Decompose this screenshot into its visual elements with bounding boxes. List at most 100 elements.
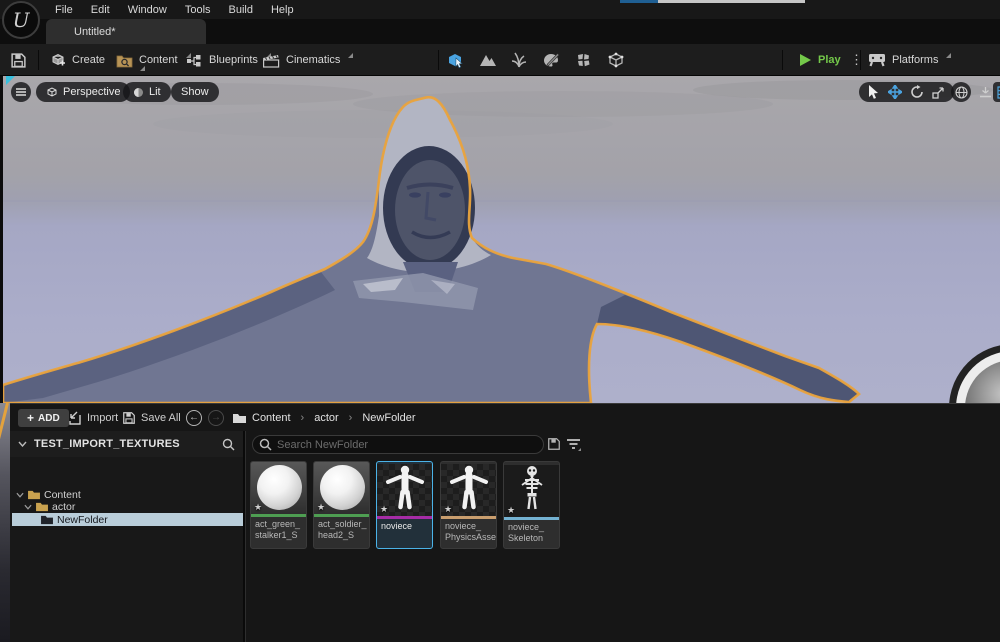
import-label: Import [87, 412, 118, 424]
blueprints-button[interactable]: Blueprints [186, 44, 269, 76]
tree-item-newfolder[interactable]: NewFolder [40, 513, 108, 526]
tree-item-actor[interactable]: actor [24, 500, 75, 513]
cinematics-label: Cinematics [286, 54, 340, 66]
menu-tools[interactable]: Tools [176, 1, 220, 19]
play-button[interactable]: Play [798, 44, 841, 76]
world-coordinate-button[interactable] [951, 82, 971, 102]
forward-arrow-icon: → [208, 410, 224, 426]
top-accent-light [658, 0, 805, 3]
tab-label: Untitled* [74, 26, 116, 38]
sources-panel-header[interactable]: TEST_IMPORT_TEXTURES [10, 431, 243, 457]
create-button[interactable]: Create [50, 44, 105, 76]
perspective-label: Perspective [63, 86, 120, 98]
landscape-mode-icon [479, 52, 497, 68]
grid-snap-button[interactable] [993, 82, 1000, 102]
rotate-tool-icon[interactable] [910, 85, 924, 99]
modeling-mode-button[interactable] [607, 44, 625, 76]
sources-panel: TEST_IMPORT_TEXTURES Content [10, 431, 243, 642]
tree-label-actor: actor [52, 501, 75, 513]
fracture-mode-button[interactable] [575, 44, 592, 76]
platforms-icon [868, 53, 886, 67]
menu-file[interactable]: File [46, 1, 82, 19]
show-dropdown[interactable]: Show [171, 82, 219, 102]
select-tool-icon[interactable] [868, 85, 880, 99]
add-button[interactable]: + ADD [18, 409, 69, 427]
move-tool-icon[interactable] [888, 85, 902, 99]
play-icon [798, 53, 812, 67]
play-label: Play [818, 54, 841, 66]
nav-back-button[interactable]: ← [186, 404, 202, 431]
breadcrumb-newfolder[interactable]: NewFolder [362, 412, 415, 424]
mesh-paint-mode-icon [543, 52, 560, 68]
select-mode-icon [447, 51, 465, 69]
viewport-options-button[interactable] [11, 82, 31, 102]
breadcrumb-actor[interactable]: actor [314, 412, 338, 424]
unreal-logo-icon: U [2, 1, 40, 39]
sources-panel-title: TEST_IMPORT_TEXTURES [34, 438, 215, 450]
play-options-kebab[interactable]: ⋮ [850, 44, 863, 76]
asset-tile-act-soldier-head2[interactable]: ★ act_soldier_head2_S [313, 461, 370, 549]
tab-strip: Untitled* [0, 19, 1000, 44]
cinematics-button[interactable]: Cinematics [262, 44, 351, 76]
menu-help[interactable]: Help [262, 1, 303, 19]
lit-dropdown[interactable]: Lit [123, 82, 171, 102]
toolbar-separator-3 [782, 50, 783, 70]
content-label: Content [139, 54, 178, 66]
surface-snapping-button[interactable] [975, 82, 995, 102]
unsaved-star-icon: ★ [444, 504, 452, 515]
unsaved-star-icon: ★ [380, 504, 388, 515]
save-all-button[interactable]: Save All [122, 404, 181, 431]
skeleton-icon [515, 465, 549, 511]
toolbar-separator-4 [860, 50, 861, 70]
blueprints-label: Blueprints [209, 54, 258, 66]
perspective-dropdown[interactable]: Perspective [36, 82, 130, 102]
texture-thumbnail: ★ [314, 462, 369, 514]
mesh-paint-mode-button[interactable] [543, 44, 560, 76]
panel-divider[interactable] [243, 431, 246, 642]
select-mode-button[interactable] [447, 44, 465, 76]
level-viewport[interactable]: Perspective Lit Show [0, 76, 1000, 403]
chevron-down-icon [16, 492, 24, 498]
asset-label: act_soldier_head2_S [314, 517, 369, 544]
content-button[interactable]: Content [116, 44, 189, 76]
unreal-editor-window: U File Edit Window Tools Build Help Unti… [0, 0, 1000, 642]
asset-tile-act-green-stalker1[interactable]: ★ act_green_stalker1_S [250, 461, 307, 549]
platforms-button[interactable]: Platforms [868, 44, 949, 76]
breadcrumb: Content › actor › NewFolder [232, 404, 416, 431]
grid-icon [997, 86, 1000, 99]
menu-build[interactable]: Build [220, 1, 262, 19]
folder-open-icon [27, 489, 41, 500]
save-button[interactable] [10, 44, 27, 76]
scale-tool-icon[interactable] [932, 86, 945, 99]
breadcrumb-content[interactable]: Content [252, 412, 291, 424]
create-icon [50, 52, 66, 68]
tree-label-newfolder: NewFolder [57, 514, 108, 526]
tree-label-content: Content [44, 489, 81, 501]
search-icon [259, 438, 272, 451]
landscape-mode-button[interactable] [479, 44, 497, 76]
menu-edit[interactable]: Edit [82, 1, 119, 19]
menu-window[interactable]: Window [119, 1, 176, 19]
save-search-icon[interactable] [547, 437, 561, 451]
foliage-mode-button[interactable] [511, 44, 527, 76]
menu-bar: U File Edit Window Tools Build Help [0, 0, 1000, 19]
lit-label: Lit [149, 86, 161, 98]
search-input[interactable] [252, 435, 544, 454]
unsaved-star-icon: ★ [317, 502, 325, 513]
fracture-mode-icon [575, 52, 592, 69]
perspective-cube-icon [46, 86, 58, 98]
platforms-caret-icon [946, 53, 951, 58]
tab-untitled[interactable]: Untitled* [46, 19, 206, 44]
filter-icon[interactable] [566, 438, 581, 451]
asset-tile-noviece[interactable]: ★ noviece [376, 461, 433, 549]
search-icon[interactable] [222, 438, 235, 451]
import-button[interactable]: Import [68, 404, 118, 431]
asset-tile-noviece-skeleton[interactable]: ★ noviece_Skeleton [503, 461, 560, 549]
blueprints-icon [186, 53, 203, 68]
transform-toolbar [859, 82, 954, 102]
asset-tile-noviece-physicsasset[interactable]: ★ noviece_PhysicsAsset [440, 461, 497, 549]
main-toolbar: Create Content Blueprints [0, 44, 1000, 76]
hamburger-icon [16, 88, 26, 96]
nav-forward-button[interactable]: → [208, 404, 224, 431]
create-label: Create [72, 54, 105, 66]
